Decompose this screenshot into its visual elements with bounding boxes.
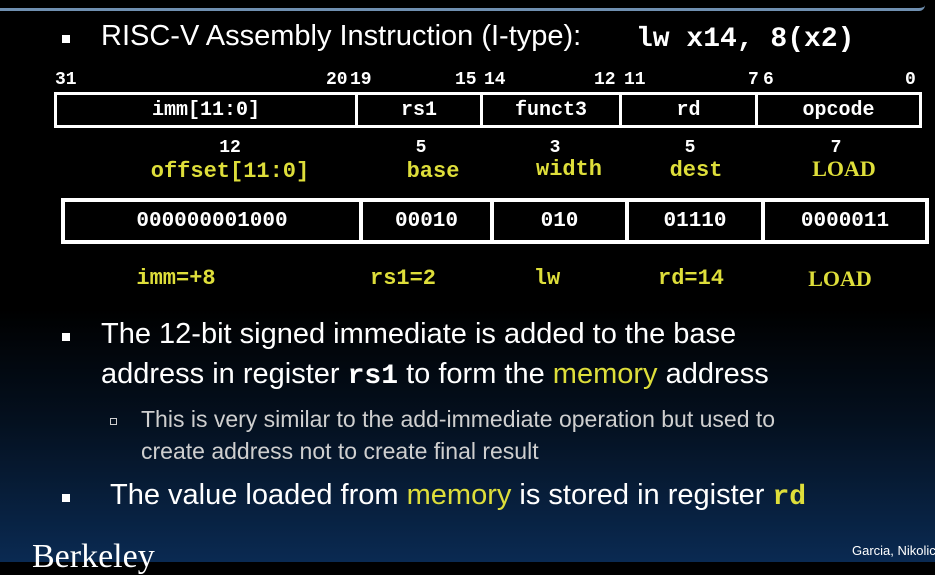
width-opcode: 7 xyxy=(830,138,842,158)
meaning-load: LOAD xyxy=(812,156,876,181)
encoding-box: 000000001000 00010 010 01110 0000011 xyxy=(61,198,929,244)
meaning-offset: offset[11:0] xyxy=(150,159,310,184)
decoded-rd: rd=14 xyxy=(657,266,725,291)
bullet-1-line-1: The 12-bit signed immediate is added to … xyxy=(101,318,737,350)
field-opcode: opcode xyxy=(802,98,875,122)
instruction-code: lw x14, 8(x2) xyxy=(636,24,855,55)
sub-bullet-line-1: This is very similar to the add-immediat… xyxy=(141,406,776,432)
bullet-1-marker xyxy=(62,333,70,341)
field-rs1: rs1 xyxy=(358,95,483,125)
rs1-code: rs1 xyxy=(347,361,399,392)
bit-6: 6 xyxy=(763,70,774,90)
decoded-funct3: lw xyxy=(533,266,561,291)
encoding-imm: 000000001000 xyxy=(65,202,363,240)
meaning-width: width xyxy=(535,157,603,182)
bit-11: 11 xyxy=(624,70,646,90)
bullet-2-marker xyxy=(62,494,70,502)
instruction-format-box: imm[11:0] rs1 funct3 rd opcode xyxy=(54,92,922,128)
bullet-1-line-2: address in register rs1 to form the memo… xyxy=(101,358,769,392)
bit-15: 15 xyxy=(455,70,477,90)
slide-title: RISC-V Assembly Instruction (I-type): xyxy=(101,20,582,52)
footer-credit: Garcia, Nikolic xyxy=(852,543,935,558)
bit-19: 19 xyxy=(350,70,372,90)
bullet-1-text-b: to form the xyxy=(406,358,545,390)
encoding-funct3: 010 xyxy=(494,202,629,240)
field-imm: imm[11:0] xyxy=(57,95,358,125)
sub-bullet-marker xyxy=(110,418,117,425)
decoded-imm: imm=+8 xyxy=(136,266,216,291)
bullet-2-text-b: is stored in register xyxy=(519,479,765,511)
bit-7: 7 xyxy=(748,70,759,90)
berkeley-logo: Berkeley xyxy=(32,538,155,575)
bit-0: 0 xyxy=(905,70,916,90)
bullet-2-text-a: The value loaded from xyxy=(110,479,399,511)
meaning-base: base xyxy=(406,159,460,184)
bit-14: 14 xyxy=(484,70,506,90)
title-bullet xyxy=(62,35,70,43)
encoding-opcode: 0000011 xyxy=(800,209,890,233)
width-rd: 5 xyxy=(684,138,696,158)
bullet-1-text-c: address xyxy=(665,358,769,390)
bit-20: 20 xyxy=(326,70,348,90)
bit-12: 12 xyxy=(594,70,616,90)
encoding-rs1: 00010 xyxy=(363,202,494,240)
bullet-1-text-a: address in register xyxy=(101,358,340,390)
sub-bullet-line-2: create address not to create final resul… xyxy=(141,438,539,464)
width-funct3: 3 xyxy=(549,138,561,158)
decoded-opcode: LOAD xyxy=(808,266,872,291)
encoding-rd: 01110 xyxy=(629,202,765,240)
memory-highlight-2: memory xyxy=(406,479,512,511)
width-rs1: 5 xyxy=(415,138,427,158)
top-border-line xyxy=(0,0,925,11)
bullet-2-line: The value loaded from memory is stored i… xyxy=(110,479,806,513)
bit-31: 31 xyxy=(55,70,77,90)
field-rd: rd xyxy=(622,95,758,125)
width-imm: 12 xyxy=(219,138,241,158)
meaning-dest: dest xyxy=(669,158,723,183)
decoded-rs1: rs1=2 xyxy=(369,266,437,291)
field-funct3: funct3 xyxy=(483,95,622,125)
memory-highlight-1: memory xyxy=(552,358,658,390)
rd-code: rd xyxy=(772,482,807,513)
